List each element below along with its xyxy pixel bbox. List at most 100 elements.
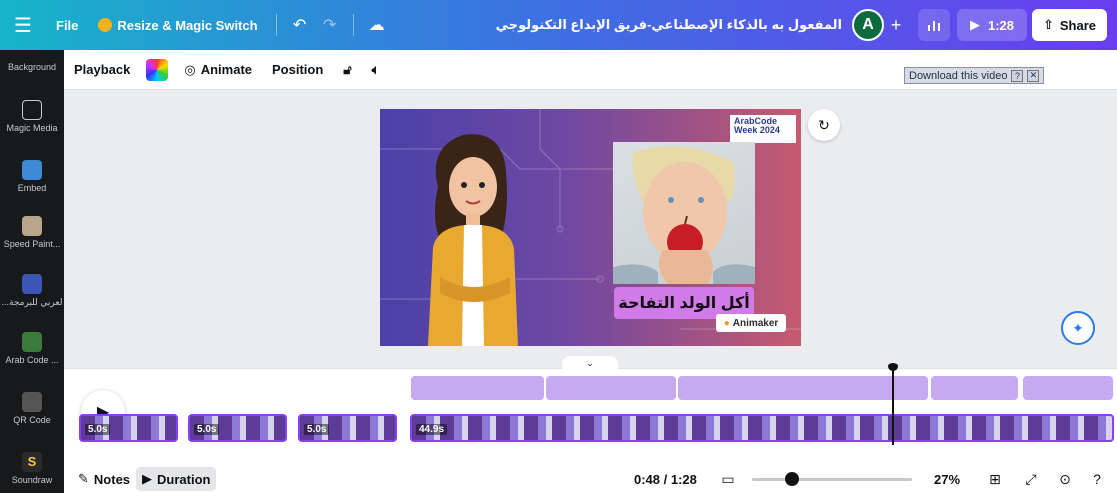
timeline-clip-selected[interactable]: 44.9s: [410, 414, 1114, 442]
help-mini-icon[interactable]: ?: [1011, 69, 1024, 82]
context-toolbar: Playback ◎ Animate Position 🔓︎ 🔈︎ Downlo…: [64, 50, 1117, 90]
sidebar-item-label: ...لعربي للبرمجة: [1, 297, 63, 307]
clip-duration: 5.0s: [194, 424, 220, 435]
soundraw-icon: S: [22, 452, 42, 472]
animate-label: Animate: [200, 62, 253, 77]
embed-icon: [22, 160, 42, 180]
menu-icon[interactable]: ☰: [0, 0, 46, 50]
share-icon: ⇧: [1042, 17, 1054, 32]
zoom-slider-handle[interactable]: [785, 472, 799, 486]
timeline-clip[interactable]: 5.0s: [298, 414, 397, 442]
resize-label: Resize & Magic Switch: [117, 17, 258, 33]
play-button[interactable]: ▶ 1:28: [957, 9, 1027, 41]
time-total: 1:28: [670, 471, 697, 487]
audio-track-segment[interactable]: [1023, 376, 1113, 400]
audio-track-segment[interactable]: [546, 376, 676, 400]
audio-track-segment[interactable]: [411, 376, 544, 400]
stats-icon[interactable]: [918, 9, 950, 41]
playback-button[interactable]: Playback: [64, 55, 140, 85]
play-duration: 1:28: [987, 17, 1015, 33]
grid-icon[interactable]: ⊞: [984, 469, 1006, 489]
color-palette-icon[interactable]: [146, 58, 169, 81]
sidebar: Background Magic Media Embed Speed Paint…: [0, 50, 64, 493]
help-icon[interactable]: ?: [1086, 469, 1108, 489]
animaker-logo: ● Animaker: [716, 314, 786, 332]
timeline-clip[interactable]: 5.0s: [79, 414, 178, 442]
lock-icon[interactable]: 🔓︎: [333, 55, 361, 85]
page-icon[interactable]: ▭: [717, 469, 739, 489]
playback-time: 0:48 / 1:28: [634, 465, 697, 493]
time-separator: /: [660, 471, 671, 487]
magic-sparkle-icon[interactable]: ✦: [1061, 311, 1095, 345]
volume-icon[interactable]: 🔈︎: [362, 55, 390, 85]
zoom-slider[interactable]: [752, 478, 912, 481]
resize-magic-switch-button[interactable]: Resize & Magic Switch: [88, 9, 267, 41]
duration-button[interactable]: ▶ Duration: [136, 467, 217, 491]
animate-icon: ◎: [184, 61, 196, 77]
sidebar-item-arab-code-app[interactable]: ...لعربي للبرمجة: [0, 274, 64, 308]
cloud-saved-icon[interactable]: ☁: [362, 9, 392, 41]
audio-track-segment[interactable]: [678, 376, 928, 400]
badge-line2: Week 2024: [734, 125, 780, 136]
timeline-playhead[interactable]: [888, 363, 898, 445]
sidebar-item-label: QR Code: [13, 415, 51, 425]
arab-code-app-icon: [22, 274, 42, 294]
audio-track-segment[interactable]: [931, 376, 1018, 400]
undo-icon[interactable]: ↶: [285, 9, 315, 41]
slide-canvas[interactable]: ArabCode Week 2024 أكل الولد التفاحة ● A…: [380, 109, 801, 346]
sidebar-item-embed[interactable]: Embed: [0, 160, 64, 193]
sidebar-item-qr-code[interactable]: QR Code: [0, 392, 64, 425]
divider: [275, 14, 277, 36]
plus-icon[interactable]: +: [886, 9, 906, 41]
sidebar-item-magic-media[interactable]: Magic Media: [0, 100, 64, 133]
duration-icon: ▶: [142, 471, 153, 486]
notes-icon: ✎: [78, 471, 89, 486]
share-label: Share: [1059, 17, 1097, 33]
sidebar-item-label: Arab Code ...: [5, 355, 59, 365]
character-illustration: [428, 134, 518, 346]
share-button[interactable]: ⇧ Share: [1032, 9, 1107, 41]
sidebar-item-background[interactable]: Background: [0, 62, 64, 72]
sidebar-item-label: Embed: [17, 183, 47, 193]
clip-duration: 5.0s: [85, 424, 111, 435]
download-video-widget[interactable]: Download this video ? ✕: [904, 67, 1045, 84]
fullscreen-icon[interactable]: ⤢: [1020, 469, 1042, 489]
sidebar-item-label: Magic Media: [6, 123, 58, 133]
time-current: 0:48: [634, 471, 661, 487]
clip-duration: 44.9s: [416, 424, 448, 435]
timeline-clip[interactable]: 5.0s: [188, 414, 287, 442]
document-title[interactable]: المفعول به بالذكاء الإصطناعي-فريق الإبدا…: [496, 0, 842, 50]
sidebar-item-soundraw[interactable]: S Soundraw: [0, 452, 64, 485]
magic-media-icon: [22, 100, 42, 120]
animate-button[interactable]: ◎ Animate: [174, 55, 262, 85]
notes-label: Notes: [93, 471, 131, 487]
speed-paint-icon: [22, 216, 42, 236]
position-button[interactable]: Position: [262, 55, 333, 85]
play-icon: ▶: [969, 17, 980, 32]
animaker-logo-text: Animaker: [732, 317, 779, 329]
sidebar-item-label: Soundraw: [11, 475, 53, 485]
bottom-bar: ✎ Notes ▶ Duration 0:48 / 1:28 ▭ 27% ⊞ ⤢…: [64, 465, 1117, 493]
file-menu-button[interactable]: File: [46, 9, 88, 41]
notes-button[interactable]: ✎ Notes: [72, 467, 136, 491]
sidebar-item-arab-code[interactable]: Arab Code ...: [0, 332, 64, 365]
arab-code-week-badge: ArabCode Week 2024: [730, 115, 796, 143]
redo-icon[interactable]: ↷: [315, 9, 345, 41]
close-mini-icon[interactable]: ✕: [1027, 69, 1040, 82]
check-circle-icon[interactable]: ⊙: [1054, 469, 1076, 489]
sidebar-item-speed-paint[interactable]: Speed Paint...: [0, 216, 64, 249]
chevron-down-icon[interactable]: ⌄: [562, 356, 618, 370]
refresh-icon[interactable]: ↻: [808, 109, 840, 141]
download-video-label: Download this video: [909, 69, 1008, 82]
animaker-logo-icon: ●: [723, 317, 730, 329]
sidebar-item-label: Speed Paint...: [3, 239, 61, 249]
zoom-percent[interactable]: 27%: [934, 465, 960, 493]
divider: [352, 14, 354, 36]
clip-duration: 5.0s: [304, 424, 330, 435]
duration-label: Duration: [157, 471, 211, 487]
avatar[interactable]: A: [852, 9, 884, 41]
crown-icon: [98, 18, 113, 32]
top-bar: ☰ File Resize & Magic Switch ↶ ↷ ☁ المفع…: [0, 0, 1117, 50]
arab-code-icon: [22, 332, 42, 352]
sidebar-item-label: Background: [7, 62, 57, 72]
